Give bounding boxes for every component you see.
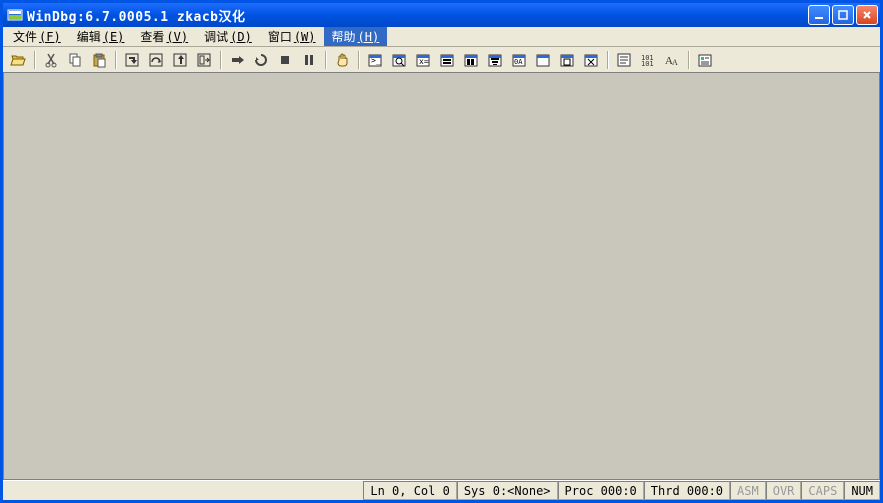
stop-icon[interactable] [274, 49, 296, 71]
menu-item-2[interactable]: 查看(V) [132, 27, 196, 46]
paste-icon[interactable] [88, 49, 110, 71]
menu-item-1[interactable]: 编辑(E) [69, 27, 133, 46]
step-over-icon[interactable] [145, 49, 167, 71]
locals-window-icon[interactable]: x= [412, 49, 434, 71]
registers-window-icon[interactable] [436, 49, 458, 71]
menu-mnemonic: (D) [230, 30, 252, 44]
watch-window-icon[interactable] [388, 49, 410, 71]
menu-label: 查看 [140, 28, 164, 45]
menu-label: 编辑 [77, 28, 101, 45]
toolbar: >_ x= 0A 101101AA [3, 47, 880, 73]
threads-icon[interactable] [580, 49, 602, 71]
maximize-button[interactable] [832, 5, 854, 25]
menu-label: 窗口 [268, 28, 292, 45]
svg-text:x=: x= [419, 57, 429, 66]
step-out-icon[interactable] [169, 49, 191, 71]
menu-mnemonic: (V) [166, 30, 188, 44]
status-ovr: OVR [766, 481, 802, 500]
toolbar-separator [115, 51, 116, 69]
window-controls [808, 5, 878, 25]
menu-mnemonic: (F) [39, 30, 61, 44]
minimize-button[interactable] [808, 5, 830, 25]
window-title: WinDbg:6.7.0005.1 zkacb汉化 [27, 6, 808, 25]
toolbar-separator [607, 51, 608, 69]
callstack-window-icon[interactable] [484, 49, 506, 71]
open-icon[interactable] [7, 49, 29, 71]
close-button[interactable] [856, 5, 878, 25]
menu-item-3[interactable]: 调试(D) [196, 27, 260, 46]
status-num: NUM [844, 481, 880, 500]
memory-window-icon[interactable] [460, 49, 482, 71]
svg-text:A: A [672, 58, 678, 67]
toolbar-separator [34, 51, 35, 69]
app-window: WinDbg:6.7.0005.1 zkacb汉化 文件(F)编辑(E)查看(V… [0, 0, 883, 503]
menu-mnemonic: (E) [103, 30, 125, 44]
status-spacer [3, 481, 363, 500]
status-caps: CAPS [801, 481, 844, 500]
menu-mnemonic: (H) [358, 30, 380, 44]
toolbar-separator [220, 51, 221, 69]
command-window-icon[interactable]: >_ [364, 49, 386, 71]
app-icon [7, 7, 23, 23]
restart-icon[interactable] [250, 49, 272, 71]
cut-icon[interactable] [40, 49, 62, 71]
copy-icon[interactable] [64, 49, 86, 71]
status-proc[interactable]: Proc 000:0 [558, 481, 644, 500]
status-lncol: Ln 0, Col 0 [363, 481, 456, 500]
font-icon[interactable]: AA [661, 49, 683, 71]
menu-item-0[interactable]: 文件(F) [5, 27, 69, 46]
status-bar: Ln 0, Col 0 Sys 0:<None> Proc 000:0 Thrd… [3, 480, 880, 500]
svg-text:>_: >_ [371, 56, 381, 65]
svg-text:0A: 0A [514, 58, 523, 66]
status-thrd[interactable]: Thrd 000:0 [644, 481, 730, 500]
menu-item-4[interactable]: 窗口(W) [260, 27, 324, 46]
processes-icon[interactable] [556, 49, 578, 71]
options-icon[interactable] [694, 49, 716, 71]
svg-text:101: 101 [641, 60, 654, 68]
break-icon[interactable] [298, 49, 320, 71]
status-sys[interactable]: Sys 0:<None> [457, 481, 558, 500]
status-asm: ASM [730, 481, 766, 500]
menu-label: 文件 [13, 28, 37, 45]
binary-mode-icon[interactable]: 101101 [637, 49, 659, 71]
scratch-icon[interactable] [532, 49, 554, 71]
menu-item-5[interactable]: 帮助(H) [324, 27, 388, 46]
mdi-workspace[interactable] [3, 73, 880, 480]
toolbar-separator [325, 51, 326, 69]
go-icon[interactable] [226, 49, 248, 71]
run-to-cursor-icon[interactable] [193, 49, 215, 71]
menu-label: 调试 [204, 28, 228, 45]
source-mode-icon[interactable] [613, 49, 635, 71]
hand-icon[interactable] [331, 49, 353, 71]
toolbar-separator [358, 51, 359, 69]
menu-bar: 文件(F)编辑(E)查看(V)调试(D)窗口(W)帮助(H) [3, 27, 880, 47]
menu-label: 帮助 [332, 28, 356, 45]
toolbar-separator [688, 51, 689, 69]
disassembly-window-icon[interactable]: 0A [508, 49, 530, 71]
title-bar[interactable]: WinDbg:6.7.0005.1 zkacb汉化 [3, 3, 880, 27]
menu-mnemonic: (W) [294, 30, 316, 44]
step-into-icon[interactable] [121, 49, 143, 71]
